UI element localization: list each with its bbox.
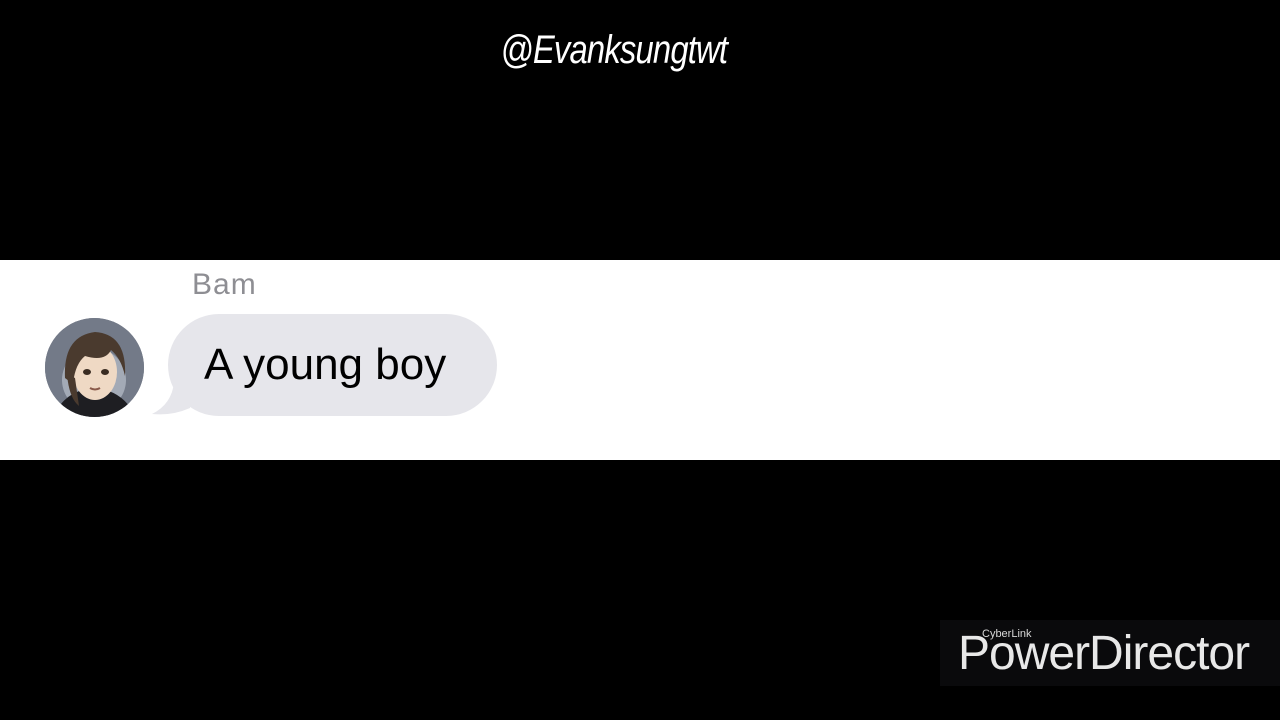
chat-message-strip: Bam A young boy	[0, 260, 1280, 460]
powerdirector-watermark: CyberLink PowerDirector	[940, 620, 1280, 686]
avatar	[45, 318, 144, 417]
message-bubble: A young boy	[168, 314, 497, 416]
message-text: A young boy	[204, 340, 447, 389]
watermark-handle: @Evanksungtwt	[500, 28, 728, 72]
video-frame: @Evanksungtwt Bam A young boy CyberLink	[0, 0, 1280, 720]
watermark-product: PowerDirector	[958, 627, 1250, 680]
sender-name: Bam	[192, 268, 257, 301]
